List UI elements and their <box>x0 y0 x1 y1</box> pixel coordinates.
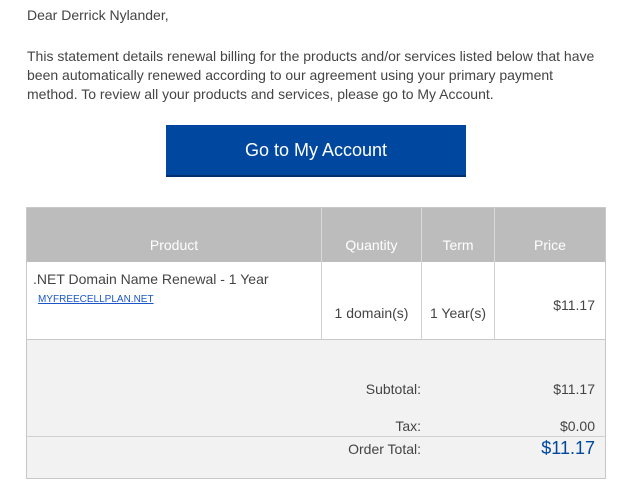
total-divider <box>27 436 605 437</box>
order-total-value: $11.17 <box>541 438 595 458</box>
order-total-label: Order Total: <box>348 441 421 457</box>
quantity-cell: 1 domain(s) <box>321 262 421 339</box>
term-cell: 1 Year(s) <box>421 262 494 339</box>
subtotal-label: Subtotal: <box>365 381 421 397</box>
greeting: Dear Derrick Nylander, <box>27 7 169 23</box>
quantity-value: 1 domain(s) <box>334 305 409 321</box>
email-page: Dear Derrick Nylander, This statement de… <box>0 0 617 492</box>
product-cell: .NET Domain Name Renewal - 1 Year MYFREE… <box>27 262 321 339</box>
table-row: .NET Domain Name Renewal - 1 Year MYFREE… <box>27 262 605 340</box>
subtotal-value: $11.17 <box>553 381 595 397</box>
table-header: Product Quantity Term Price <box>27 208 605 262</box>
header-product: Product <box>149 237 199 253</box>
billing-table: Product Quantity Term Price .NET Domain … <box>26 207 606 479</box>
go-to-my-account-button[interactable]: Go to My Account <box>166 125 466 177</box>
term-value: 1 Year(s) <box>429 305 487 321</box>
price-value: $11.17 <box>553 297 595 313</box>
tax-label: Tax: <box>395 418 421 434</box>
product-name: .NET Domain Name Renewal - 1 Year <box>33 271 269 287</box>
header-term: Term <box>421 208 494 262</box>
header-quantity: Quantity <box>321 208 421 262</box>
domain-link[interactable]: MYFREECELLPLAN.NET <box>38 294 154 306</box>
header-price: Price <box>494 208 605 262</box>
order-summary: Subtotal: $11.17 Tax: $0.00 Order Total:… <box>27 340 605 478</box>
tax-value: $0.00 <box>559 418 595 434</box>
intro-paragraph: This statement details renewal billing f… <box>27 48 595 102</box>
price-cell: $11.17 <box>494 262 605 339</box>
